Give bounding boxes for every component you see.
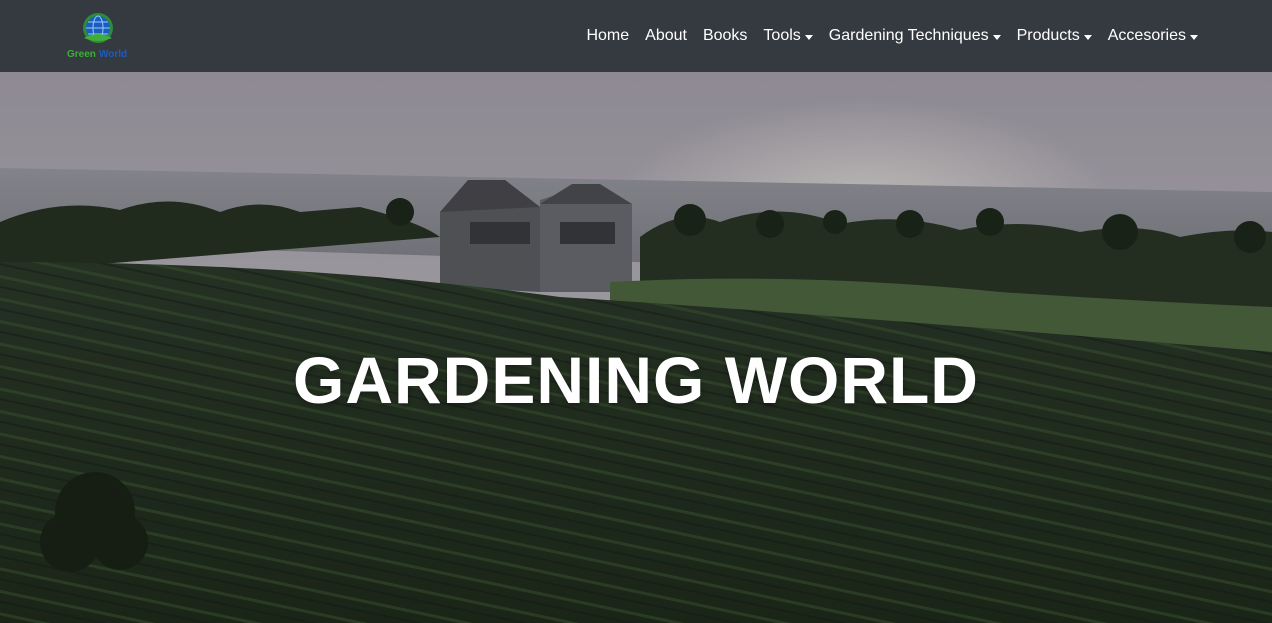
green-world-logo[interactable]: Green World xyxy=(66,10,130,60)
nav-item-about[interactable]: About xyxy=(645,27,687,45)
hero-banner: GARDENING WORLD xyxy=(0,72,1272,623)
nav-item-tools[interactable]: Tools xyxy=(763,27,813,45)
caret-down-icon xyxy=(1190,34,1198,40)
top-navbar: Green World Home About Books Tools Garde… xyxy=(0,0,1272,72)
nav-label: About xyxy=(645,27,687,44)
caret-down-icon xyxy=(1083,34,1092,40)
nav-menu: Home About Books Tools Gardening Techniq… xyxy=(586,0,1198,72)
nav-label: Accesories xyxy=(1107,27,1186,44)
nav-item-gardening-techniques[interactable]: Gardening Techniques xyxy=(829,27,1001,45)
nav-item-products[interactable]: Products xyxy=(1017,27,1092,45)
nav-label: Home xyxy=(586,27,630,44)
logo-text-green: Green xyxy=(67,49,96,60)
nav-label: Gardening Techniques xyxy=(828,27,989,44)
nav-label: Books xyxy=(702,27,748,44)
nav-label: Products xyxy=(1016,27,1080,44)
caret-down-icon xyxy=(992,34,1001,40)
logo-text-world: World xyxy=(99,49,127,60)
nav-item-books[interactable]: Books xyxy=(703,27,747,45)
hero-title: GARDENING WORLD xyxy=(293,343,979,417)
nav-item-accesories[interactable]: Accesories xyxy=(1108,27,1198,45)
caret-down-icon xyxy=(804,34,813,40)
nav-item-home[interactable]: Home xyxy=(586,27,629,45)
nav-label: Tools xyxy=(763,27,801,44)
